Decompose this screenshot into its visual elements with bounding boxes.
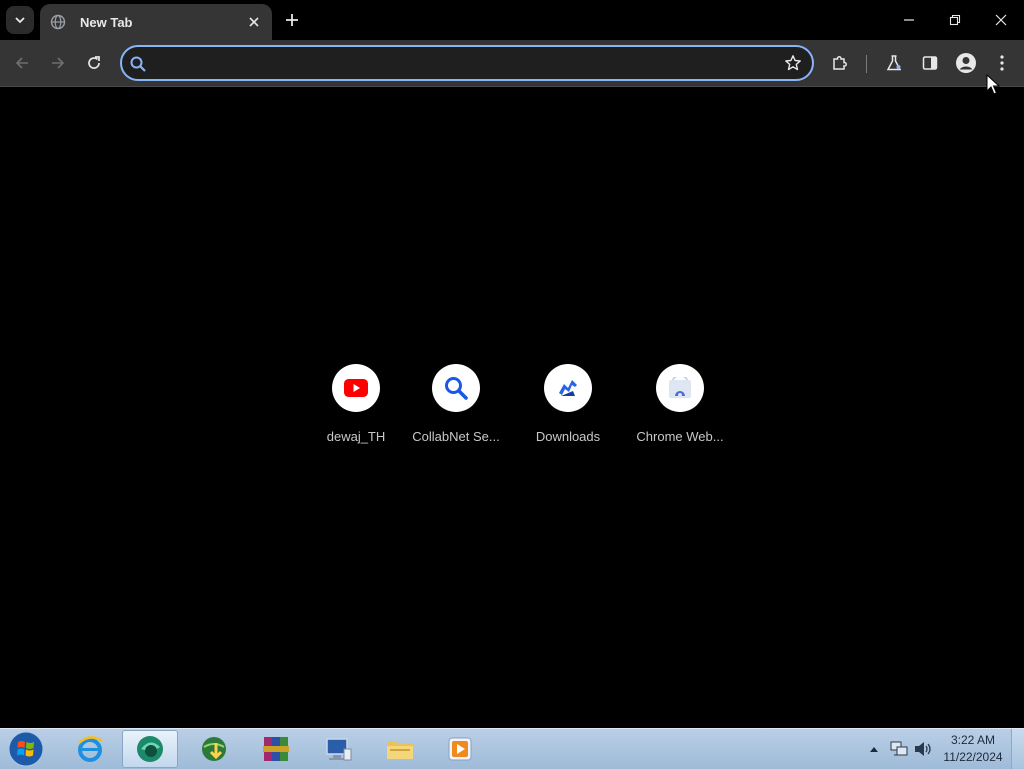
shortcut-chrome-web-store[interactable]: Chrome Web...: [624, 364, 736, 454]
restore-button[interactable]: [932, 0, 978, 40]
minimize-icon: [904, 19, 914, 21]
chrome-web-store-icon: [669, 377, 691, 398]
windows-taskbar: 3:22 AM 11/22/2024: [0, 728, 1024, 769]
plus-icon: [286, 14, 298, 26]
search-icon: [445, 377, 468, 400]
address-input[interactable]: [156, 51, 770, 77]
taskbar-browser[interactable]: [122, 730, 178, 768]
media-player-icon: [448, 737, 472, 761]
toolbar-divider: [866, 55, 867, 73]
side-panel-button[interactable]: [916, 49, 944, 77]
shortcut-label: Chrome Web...: [636, 429, 724, 444]
close-icon: [995, 14, 1007, 26]
close-tab-icon[interactable]: [244, 12, 264, 32]
mouse-cursor-icon: [986, 74, 1000, 95]
menu-button[interactable]: [988, 49, 1016, 77]
more-vertical-icon: [1000, 55, 1004, 71]
globe-download-icon: [202, 737, 226, 761]
clock-time: 3:22 AM: [950, 733, 996, 747]
shortcut-collabnet[interactable]: CollabNet Se...: [400, 364, 512, 454]
shortcut-dewaj-th[interactable]: dewaj_TH: [300, 364, 412, 454]
extensions-button[interactable]: [826, 49, 854, 77]
shortcut-icon-circle: [544, 364, 592, 412]
taskbar-winrar[interactable]: [248, 730, 304, 768]
network-status-button[interactable]: [888, 729, 910, 769]
restore-icon: [949, 14, 961, 26]
back-button[interactable]: [8, 49, 36, 77]
shortcut-downloads[interactable]: Downloads: [512, 364, 624, 454]
forward-button[interactable]: [44, 49, 72, 77]
winrar-icon: [263, 737, 289, 761]
internet-explorer-icon: [78, 736, 103, 762]
taskbar-media-player[interactable]: [432, 730, 488, 768]
shortcut-label: CollabNet Se...: [412, 429, 500, 444]
arrow-left-icon: [15, 57, 28, 69]
speaker-icon: [915, 742, 931, 756]
browser-app-icon: [137, 736, 163, 762]
shortcut-label: Downloads: [535, 429, 601, 444]
downloads-icon: [559, 380, 577, 396]
bookmark-star-icon[interactable]: [784, 54, 802, 72]
labs-button[interactable]: [880, 49, 908, 77]
tab-search-button[interactable]: [6, 6, 34, 34]
browser-toolbar: [0, 40, 1024, 87]
taskbar-internet-explorer[interactable]: [62, 730, 118, 768]
side-panel-icon: [922, 56, 938, 70]
taskbar-remote-computer[interactable]: [310, 730, 366, 768]
flask-icon: [886, 55, 902, 71]
windows-start-orb-icon: [8, 731, 44, 767]
active-tab[interactable]: New Tab: [40, 4, 272, 40]
avatar-icon: [956, 53, 976, 73]
profile-button[interactable]: [952, 49, 980, 77]
shortcut-label: dewaj_TH: [326, 429, 386, 444]
show-hidden-icons-button[interactable]: [866, 729, 882, 769]
reload-icon: [88, 56, 100, 69]
shortcut-icon-circle: [656, 364, 704, 412]
globe-icon: [50, 14, 66, 30]
arrow-right-icon: [52, 57, 65, 69]
address-bar[interactable]: [120, 45, 814, 81]
shortcut-icon-circle: [332, 364, 380, 412]
taskbar-file-explorer[interactable]: [372, 730, 428, 768]
clock-date: 11/22/2024: [943, 750, 1003, 764]
volume-button[interactable]: [912, 729, 934, 769]
network-icon: [890, 741, 908, 756]
close-window-button[interactable]: [978, 0, 1024, 40]
start-button[interactable]: [6, 730, 46, 768]
reload-button[interactable]: [80, 49, 108, 77]
system-clock[interactable]: 3:22 AM 11/22/2024: [938, 732, 1008, 766]
folder-icon: [387, 741, 413, 759]
taskbar-network-app[interactable]: [186, 730, 242, 768]
show-desktop-button[interactable]: [1011, 729, 1024, 769]
puzzle-piece-icon: [833, 56, 847, 70]
new-tab-button[interactable]: [281, 9, 303, 31]
search-icon: [130, 56, 146, 72]
chevron-down-icon: [15, 17, 25, 24]
computer-icon: [326, 738, 352, 761]
tab-title: New Tab: [80, 14, 133, 30]
youtube-icon: [344, 379, 368, 397]
chevron-up-icon: [870, 747, 878, 752]
shortcut-tiles: dewaj_TH CollabNet Se... Downloads Chrom…: [300, 364, 724, 454]
minimize-button[interactable]: [886, 0, 932, 40]
shortcut-icon-circle: [432, 364, 480, 412]
title-bar: New Tab: [0, 0, 1024, 40]
